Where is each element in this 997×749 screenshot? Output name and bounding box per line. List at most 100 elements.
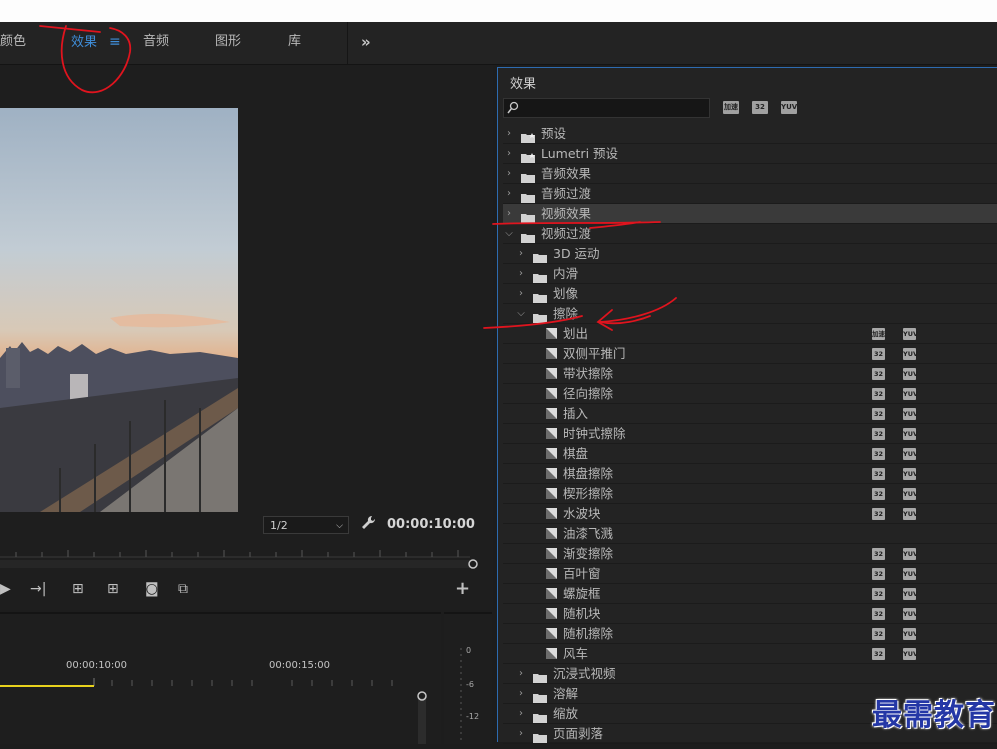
32bit-badge-icon: 32 (872, 568, 885, 580)
chevron-right-icon[interactable]: › (516, 264, 526, 284)
folder-icon (533, 669, 547, 683)
compare-view-icon[interactable]: ⧉ (178, 578, 188, 600)
effect-item[interactable]: 百叶窗 32 YUV (503, 564, 997, 584)
tree-item-label: 音频效果 (541, 166, 592, 181)
yuv-badge-icon: YUV (903, 548, 919, 560)
chevron-down-icon[interactable]: ⌵ (516, 304, 526, 324)
wrench-icon[interactable] (360, 514, 378, 532)
tab-menu-icon[interactable]: ≡ (109, 34, 121, 50)
transition-icon (546, 388, 557, 399)
effect-item[interactable]: 随机擦除 32 YUV (503, 624, 997, 644)
tabs-overflow-icon[interactable]: » (361, 22, 371, 64)
32bit-badge-icon: 32 (872, 628, 885, 640)
folder-item[interactable]: › 内滑 (503, 264, 997, 284)
folder-icon (521, 169, 535, 183)
camera-icon[interactable]: ◙ (145, 578, 159, 600)
effect-item[interactable]: 双侧平推门 32 YUV (503, 344, 997, 364)
tab-audio[interactable]: 音频 (143, 22, 169, 64)
tab-color[interactable]: 颜色 (0, 22, 26, 64)
yuv-badge-icon: YUV (903, 608, 919, 620)
chevron-right-icon[interactable]: › (516, 724, 526, 744)
folder-icon (521, 189, 535, 203)
meter-label: -6 (466, 680, 474, 689)
accelerated-filter-icon[interactable]: 加速 (723, 101, 739, 114)
32bit-badge-icon: 32 (872, 588, 885, 600)
chevron-down-icon[interactable]: ⌵ (504, 224, 514, 244)
chevron-right-icon[interactable]: › (504, 204, 514, 224)
chevron-right-icon[interactable]: › (504, 144, 514, 164)
transition-icon (546, 568, 557, 579)
effect-item[interactable]: 棋盘擦除 32 YUV (503, 464, 997, 484)
chevron-right-icon[interactable]: › (516, 284, 526, 304)
transition-icon (546, 588, 557, 599)
tab-libraries[interactable]: 库 (288, 22, 301, 64)
tree-item-label: 溶解 (553, 686, 579, 701)
32bit-badge-icon: 32 (872, 368, 885, 380)
timeline-time-label: 00:00:10:00 (66, 660, 128, 671)
chevron-right-icon[interactable]: › (504, 164, 514, 184)
transition-icon (546, 488, 557, 499)
yuv-badge-icon: YUV (903, 368, 919, 380)
chevron-right-icon[interactable]: › (516, 684, 526, 704)
chevron-right-icon[interactable]: › (516, 664, 526, 684)
chevron-right-icon[interactable]: › (516, 244, 526, 264)
folder-item[interactable]: › 视频效果 (503, 204, 997, 224)
tab-graphics[interactable]: 图形 (215, 22, 241, 64)
folder-item[interactable]: › 音频效果 (503, 164, 997, 184)
32bit-filter-icon[interactable]: 32 (752, 101, 768, 114)
folder-icon (533, 709, 547, 723)
folder-item[interactable]: › 沉浸式视频 (503, 664, 997, 684)
effect-item[interactable]: 油漆飞溅 (503, 524, 997, 544)
folder-item[interactable]: › 3D 运动 (503, 244, 997, 264)
yuv-badge-icon: YUV (903, 568, 919, 580)
folder-item[interactable]: › 划像 (503, 284, 997, 304)
lift-icon[interactable]: ⊞ (72, 578, 84, 600)
yuv-badge-icon: YUV (903, 408, 919, 420)
extract-icon[interactable]: ⊞ (107, 578, 119, 600)
tree-item-label: 随机擦除 (563, 626, 614, 641)
effect-item[interactable]: 带状擦除 32 YUV (503, 364, 997, 384)
chevron-right-icon[interactable]: › (504, 184, 514, 204)
folder-item[interactable]: ⌵ 视频过渡 (503, 224, 997, 244)
effect-item[interactable]: 水波块 32 YUV (503, 504, 997, 524)
effect-item[interactable]: 随机块 32 YUV (503, 604, 997, 624)
step-forward-icon[interactable]: →| (30, 578, 46, 600)
audio-meter: 0 -6 -12 (444, 612, 492, 744)
effect-item[interactable]: 棋盘 32 YUV (503, 444, 997, 464)
tree-item-label: 插入 (563, 406, 589, 421)
yuv-badge-icon: YUV (903, 648, 919, 660)
tree-item-label: 双侧平推门 (563, 346, 626, 361)
play-icon[interactable]: ▶ (0, 578, 11, 600)
yuv-filter-icon[interactable]: YUV (781, 101, 797, 114)
playhead-timecode[interactable]: 00:00:10:00 (387, 517, 475, 532)
tree-item-label: 内滑 (553, 266, 579, 281)
timeline-time-label: 00:00:15:00 (269, 660, 331, 671)
meter-label: 0 (466, 646, 472, 655)
chevron-right-icon[interactable]: › (504, 124, 514, 144)
transition-icon (546, 348, 557, 359)
zoom-select[interactable]: 1/2 ⌵ (263, 516, 349, 534)
folder-item[interactable]: › Lumetri 预设 (503, 144, 997, 164)
effect-item[interactable]: 螺旋框 32 YUV (503, 584, 997, 604)
transition-icon (546, 448, 557, 459)
tree-item-label: 时钟式擦除 (563, 426, 626, 441)
effect-item[interactable]: 划出 加速 YUV (503, 324, 997, 344)
folder-item[interactable]: › 预设 (503, 124, 997, 144)
tree-item-label: 随机块 (563, 606, 601, 621)
search-icon (507, 101, 519, 114)
effect-item[interactable]: 插入 32 YUV (503, 404, 997, 424)
monitor-scrubber[interactable] (0, 540, 478, 570)
effect-item[interactable]: 时钟式擦除 32 YUV (503, 424, 997, 444)
accelerated-badge-icon: 加速 (872, 328, 885, 340)
effect-item[interactable]: 渐变擦除 32 YUV (503, 544, 997, 564)
effect-item[interactable]: 径向擦除 32 YUV (503, 384, 997, 404)
folder-item[interactable]: ⌵ 擦除 (503, 304, 997, 324)
effects-search-input[interactable] (503, 98, 710, 118)
add-button-icon[interactable]: + (455, 578, 470, 600)
tab-effects[interactable]: 效果 ≡ (71, 22, 121, 64)
folder-item[interactable]: › 音频过渡 (503, 184, 997, 204)
chevron-right-icon[interactable]: › (516, 704, 526, 724)
effect-item[interactable]: 楔形擦除 32 YUV (503, 484, 997, 504)
effect-item[interactable]: 风车 32 YUV (503, 644, 997, 664)
transition-icon (546, 428, 557, 439)
